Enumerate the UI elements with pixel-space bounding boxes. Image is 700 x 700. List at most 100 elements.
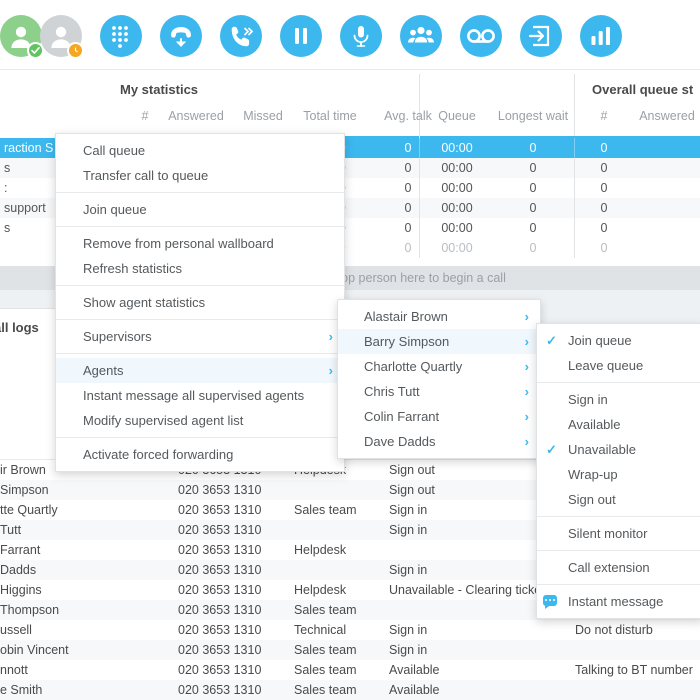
stats-column-header[interactable]: Answered [634,109,700,135]
menu-item-label: Join queue [568,333,632,348]
menu-item[interactable]: Modify supervised agent list [56,408,344,433]
menu-item[interactable]: Wrap-up [537,462,700,487]
column-divider [574,178,575,198]
chevron-right-icon: › [329,324,333,349]
statistics-icon[interactable] [580,15,622,57]
menu-item[interactable]: Refresh statistics [56,256,344,281]
menu-item[interactable]: ✓Join queue [537,328,700,353]
agent-name: tte Quartly [0,500,58,520]
queue-context-menu[interactable]: Call queueTransfer call to queue Join que… [55,133,345,472]
stats-cell: 00:00 [432,198,482,218]
stats-column-header[interactable]: Missed [237,109,289,135]
agent-phone: 020 3653 1310 [178,620,261,640]
conference-icon[interactable] [400,15,442,57]
answer-call-icon[interactable] [160,15,202,57]
stats-cell: 0 [590,158,618,178]
agent-phone: 020 3653 1310 [178,500,261,520]
stats-cell: 0 [590,238,618,258]
microphone-icon[interactable] [340,15,382,57]
menu-item-label: Silent monitor [568,526,647,541]
stats-cell: 00:00 [432,158,482,178]
menu-item[interactable]: Instant message [537,589,700,614]
agent-department: Sales team [294,600,357,620]
menu-item[interactable]: Instant message all supervised agents [56,383,344,408]
stats-column-header[interactable]: # [131,109,159,135]
menu-separator [537,550,700,551]
avatar-away-icon[interactable] [40,15,82,57]
drop-call-hint: rop person here to begin a call [337,266,506,290]
menu-separator [56,437,344,438]
stats-cell: 00:00 [432,218,482,238]
menu-item[interactable]: Charlotte Quartly› [338,354,540,379]
menu-item[interactable]: Agents› [56,358,344,383]
stats-cell: 0 [590,198,618,218]
transfer-call-icon[interactable] [220,15,262,57]
agent-status-note: Talking to BT number [575,660,693,680]
column-divider [574,138,575,158]
menu-separator [56,285,344,286]
agent-acd-state: Sign out [389,480,435,500]
menu-item[interactable]: Sign out [537,487,700,512]
menu-item[interactable]: Transfer call to queue [56,163,344,188]
stats-cell: 0 [488,238,578,258]
agent-row[interactable]: nnott020 3653 1310Sales teamAvailableTal… [0,660,700,680]
menu-separator [56,226,344,227]
avatar-available-icon[interactable] [0,15,42,57]
stats-column-header[interactable]: Total time [293,109,367,135]
agent-phone: 020 3653 1310 [178,600,261,620]
column-divider [574,218,575,238]
column-divider [574,198,575,218]
menu-item[interactable]: Alastair Brown› [338,304,540,329]
agent-phone: 020 3653 1310 [178,480,261,500]
stats-column-header[interactable]: Longest wait [488,109,578,135]
stats-column-header[interactable]: # [590,109,618,135]
menu-item[interactable]: Leave queue [537,353,700,378]
agent-actions-submenu[interactable]: ✓Join queueLeave queue Sign in Available✓U… [536,323,700,619]
menu-item-label: Chris Tutt [364,384,420,399]
stats-column-header[interactable]: Answered [163,109,229,135]
instant-message-icon [543,595,557,606]
stats-column-header[interactable]: Queue [432,109,482,135]
stats-cell: 0 [488,158,578,178]
agent-department: Sales team [294,680,357,700]
menu-item-label: Sign out [568,492,616,507]
menu-item-label: Instant message [568,594,663,609]
column-divider [419,198,420,218]
menu-item-label: Colin Farrant [364,409,439,424]
agents-submenu[interactable]: Alastair Brown›Barry Simpson›Charlotte Q… [337,299,541,459]
menu-item[interactable]: ✓Unavailable [537,437,700,462]
menu-item-label: Alastair Brown [364,309,448,324]
chevron-right-icon: › [525,379,529,404]
menu-item[interactable]: Supervisors› [56,324,344,349]
voicemail-icon[interactable] [460,15,502,57]
agent-row[interactable]: ussell020 3653 1310TechnicalSign inDo no… [0,620,700,640]
menu-item[interactable]: Colin Farrant › [338,404,540,429]
menu-item[interactable]: Available [537,412,700,437]
menu-item[interactable]: Remove from personal wallboard [56,231,344,256]
chevron-right-icon: › [525,404,529,429]
menu-item-label: Sign in [568,392,608,407]
away-clock-badge-icon [67,42,84,59]
tab-call-logs[interactable]: all logs [0,308,56,346]
agent-phone: 020 3653 1310 [178,640,261,660]
agent-acd-state: Sign out [389,460,435,480]
menu-item[interactable]: Activate forced forwarding [56,442,344,467]
menu-item[interactable]: Silent monitor [537,521,700,546]
menu-item[interactable]: Barry Simpson› [338,329,540,354]
agent-row[interactable]: e Smith020 3653 1310Sales teamAvailable [0,680,700,700]
agent-name: Tutt [0,520,21,540]
agent-department: Sales team [294,660,357,680]
hold-call-icon[interactable] [280,15,322,57]
menu-item[interactable]: Dave Dadds› [338,429,540,454]
agent-row[interactable]: obin Vincent020 3653 1310Sales teamSign … [0,640,700,660]
menu-item[interactable]: Show agent statistics [56,290,344,315]
menu-separator [56,192,344,193]
dialpad-icon[interactable] [100,15,142,57]
menu-item[interactable]: Call queue [56,138,344,163]
menu-item[interactable]: Sign in [537,387,700,412]
menu-item[interactable]: Join queue [56,197,344,222]
agent-phone: 020 3653 1310 [178,560,261,580]
menu-item[interactable]: Call extension [537,555,700,580]
menu-item[interactable]: Chris Tutt › [338,379,540,404]
sign-in-icon[interactable] [520,15,562,57]
